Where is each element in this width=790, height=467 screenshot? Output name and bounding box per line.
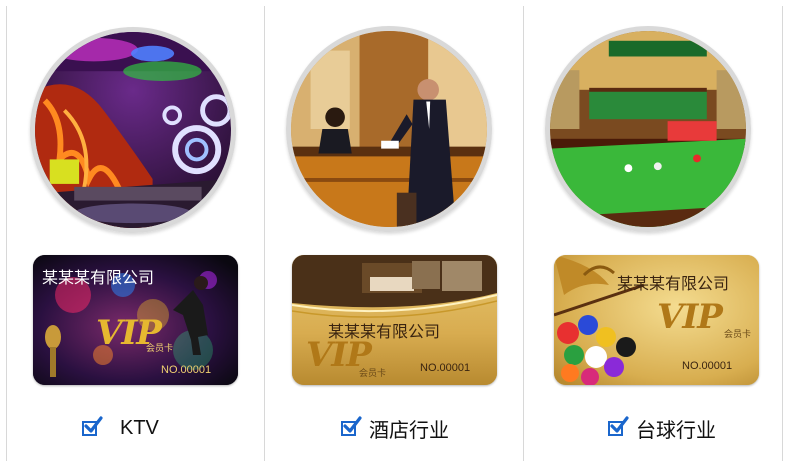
card-number: NO.00001	[682, 360, 733, 372]
industry-column-ktv: 某某某有限公司 VIP 会员卡 NO.00001 KTV	[6, 0, 264, 467]
checkbox-checked-icon[interactable]	[82, 416, 103, 438]
card-number: NO.00001	[161, 364, 212, 376]
ktv-room-photo	[30, 27, 236, 233]
industry-label-text: 台球行业	[636, 419, 716, 442]
card-vip-logo: VIP	[657, 297, 723, 337]
industry-label-billiards[interactable]: 台球行业	[608, 414, 716, 442]
ktv-vip-card: 某某某有限公司 VIP 会员卡 NO.00001	[33, 255, 238, 385]
industry-showcase: 某某某有限公司 VIP 会员卡 NO.00001 KTV 某某某有限公司 VIP…	[0, 0, 790, 467]
billiards-vip-card: 某某某有限公司 VIP 会员卡 NO.00001	[554, 255, 759, 385]
card-member-label: 会员卡	[359, 368, 387, 378]
checkbox-checked-icon[interactable]	[341, 416, 362, 438]
industry-column-hotel: 某某某有限公司 VIP 会员卡 NO.00001 酒店行业	[265, 0, 523, 467]
card-number: NO.00001	[420, 362, 471, 374]
hotel-vip-card: 某某某有限公司 VIP 会员卡 NO.00001	[292, 255, 497, 385]
industry-label-ktv[interactable]: KTV	[82, 414, 159, 442]
billiards-hall-photo	[545, 26, 751, 232]
card-member-label: 会员卡	[724, 329, 752, 339]
industry-label-text: 酒店行业	[369, 419, 449, 442]
checkbox-checked-icon[interactable]	[608, 416, 629, 438]
industry-column-billiards: 某某某有限公司 VIP 会员卡 NO.00001 台球行业	[524, 0, 782, 467]
card-member-label: 会员卡	[146, 343, 174, 353]
industry-label-text: KTV	[120, 416, 159, 439]
column-divider	[782, 6, 783, 461]
industry-label-hotel[interactable]: 酒店行业	[341, 414, 449, 442]
card-company-name: 某某某有限公司	[42, 268, 155, 287]
card-company-name: 某某某有限公司	[617, 274, 730, 293]
hotel-reception-photo	[286, 26, 492, 232]
